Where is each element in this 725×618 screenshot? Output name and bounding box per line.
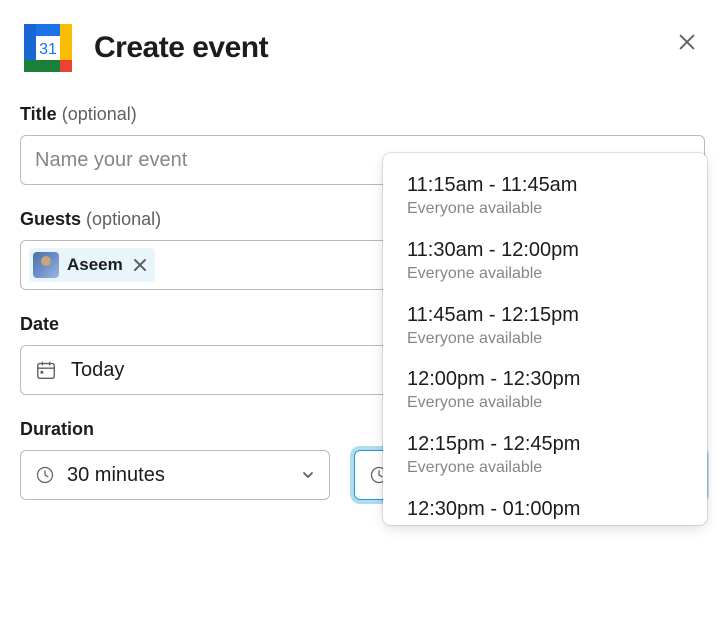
dropdown-time: 11:45am - 12:15pm (407, 301, 683, 329)
remove-guest-button[interactable] (131, 256, 149, 274)
dropdown-item[interactable]: 11:15am - 11:45am Everyone available (383, 165, 707, 230)
modal-header: 31 Create event (20, 20, 705, 76)
date-label-text: Date (20, 314, 59, 334)
dropdown-time: 12:00pm - 12:30pm (407, 365, 683, 393)
dropdown-time: 12:15pm - 12:45pm (407, 430, 683, 458)
time-dropdown: 11:15am - 11:45am Everyone available 11:… (383, 153, 707, 525)
dropdown-availability: Everyone available (407, 329, 683, 350)
chevron-down-icon (301, 468, 315, 482)
dropdown-time: 12:30pm - 01:00pm (407, 495, 683, 523)
dropdown-availability: Everyone available (407, 458, 683, 479)
dropdown-availability: Everyone available (407, 199, 683, 220)
avatar (33, 252, 59, 278)
dropdown-item[interactable]: 11:30am - 12:00pm Everyone available (383, 230, 707, 295)
dropdown-availability: Everyone available (407, 393, 683, 414)
close-button[interactable] (673, 28, 701, 56)
dropdown-item[interactable]: 12:15pm - 12:45pm Everyone available (383, 424, 707, 489)
dropdown-item[interactable]: 12:30pm - 01:00pm (383, 489, 707, 525)
dropdown-item[interactable]: 11:45am - 12:15pm Everyone available (383, 295, 707, 360)
title-optional-text: (optional) (62, 104, 137, 124)
calendar-app-icon: 31 (20, 20, 76, 76)
modal-title: Create event (94, 31, 268, 65)
svg-text:31: 31 (39, 41, 57, 58)
duration-label-text: Duration (20, 419, 94, 439)
title-label-text: Title (20, 104, 57, 124)
clock-icon (35, 465, 55, 485)
close-icon (676, 31, 698, 53)
dropdown-availability: Everyone available (407, 264, 683, 285)
title-label: Title (optional) (20, 104, 705, 125)
duration-label: Duration (20, 419, 330, 440)
duration-select[interactable]: 30 minutes (20, 450, 330, 500)
guests-optional-text: (optional) (86, 209, 161, 229)
date-value: Today (71, 359, 124, 382)
close-icon (133, 258, 147, 272)
guest-chip: Aseem (29, 248, 155, 282)
duration-column: Duration 30 minutes (20, 419, 330, 500)
calendar-icon (35, 359, 57, 381)
guest-name: Aseem (67, 255, 123, 275)
guests-label-text: Guests (20, 209, 81, 229)
duration-value: 30 minutes (67, 464, 289, 487)
dropdown-time: 11:30am - 12:00pm (407, 236, 683, 264)
dropdown-item[interactable]: 12:00pm - 12:30pm Everyone available (383, 359, 707, 424)
dropdown-time: 11:15am - 11:45am (407, 171, 683, 199)
